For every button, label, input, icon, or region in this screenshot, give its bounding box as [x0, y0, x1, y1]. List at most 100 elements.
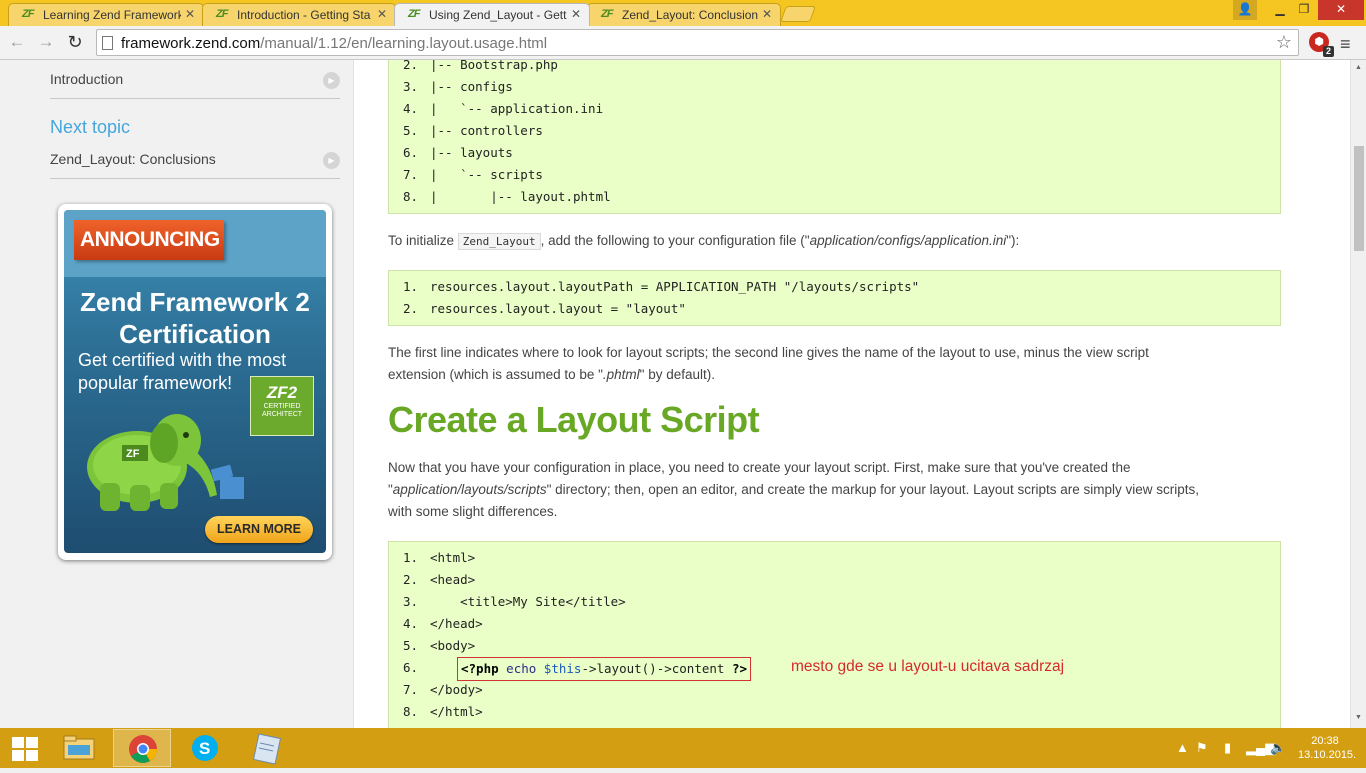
code-text: |-- controllers [430, 123, 543, 138]
code-text: |-- configs [430, 79, 513, 94]
back-arrow-icon[interactable]: ← [6, 31, 28, 53]
emphasis: application/configs/application.ini [809, 233, 1007, 248]
text: " by default). [639, 367, 716, 382]
red-annotation: mesto gde se u layout-u ucitava sadrzaj [791, 658, 1065, 675]
scroll-up-icon[interactable]: ▲ [1355, 64, 1362, 71]
php-close-tag: ?> [731, 661, 748, 676]
code-text: </html> [430, 704, 483, 719]
zf2-certification-ad[interactable]: ANNOUNCING Zend Framework 2 Certificatio… [58, 204, 332, 560]
divider [50, 178, 340, 179]
windows-taskbar: S ▲ ⚑ ▮ ▂▄▆ 🔈 20:38 13.10.2015. [0, 728, 1366, 768]
code-block-tree: 2. |-- Bootstrap.php 3. |-- configs 4. | `-- … [388, 60, 1281, 214]
address-bar[interactable]: framework.zend.com/manual/1.12/en/learni… [96, 29, 1299, 56]
clock-time: 20:38 [1311, 735, 1339, 747]
zend-favicon-icon: ZF [22, 8, 34, 20]
zend-favicon-icon: ZF [408, 8, 420, 20]
emphasis: .phtml [602, 367, 640, 382]
code-line: 2. <head> [389, 569, 1282, 591]
emphasis: application/layouts/scripts [392, 482, 547, 497]
svg-text:ZF: ZF [126, 448, 140, 460]
section-heading: Create a Layout Script [388, 399, 760, 440]
tab-introduction[interactable]: ZF Introduction - Getting Sta ✕ [202, 3, 396, 26]
code-line: 8. </html> [389, 701, 1282, 723]
tab-zend-layout-conclusions[interactable]: ZF Zend_Layout: Conclusions ✕ [587, 3, 781, 26]
sidebar: Introduction ▶ Next topic Zend_Layout: C… [0, 60, 354, 728]
arrow-right-icon[interactable]: ▶ [323, 72, 340, 89]
ad-banner: ANNOUNCING [74, 220, 224, 260]
adblock-extension-icon[interactable]: ⬢ 2 [1309, 32, 1334, 57]
tab-learning-zend[interactable]: ZF Learning Zend Framework ✕ [8, 3, 204, 26]
code-text: <html> [430, 550, 476, 565]
code-line: 4. </head> [389, 613, 1282, 635]
close-icon[interactable]: ✕ [762, 7, 772, 21]
close-icon[interactable]: ✕ [377, 7, 387, 21]
text: with some slight differences. [388, 504, 558, 519]
line-number: 6. [403, 660, 419, 675]
maximize-button[interactable]: ❐ [1292, 0, 1316, 20]
svg-text:S: S [199, 739, 210, 758]
text: The first line indicates where to look f… [388, 345, 1149, 360]
scroll-down-icon[interactable]: ▼ [1355, 714, 1362, 721]
line-number: 3. [403, 594, 419, 609]
url-path: /manual/1.12/en/learning.layout.usage.ht… [260, 35, 548, 52]
text: "): [1006, 233, 1020, 248]
learn-more-button[interactable]: LEARN MORE [205, 516, 313, 543]
user-profile-icon[interactable]: 👤 [1233, 0, 1257, 20]
bookmark-star-icon[interactable]: ☆ [1276, 32, 1292, 53]
forward-arrow-icon[interactable]: → [35, 31, 57, 53]
minimize-button[interactable]: ▁ [1268, 0, 1292, 20]
code-text: </head> [430, 616, 483, 631]
scrollbar-thumb[interactable] [1354, 146, 1364, 251]
reload-icon[interactable]: ↻ [64, 31, 86, 53]
code-line: 5. <body> [389, 635, 1282, 657]
zend-favicon-icon: ZF [601, 8, 613, 20]
tab-using-zend-layout[interactable]: ZF Using Zend_Layout - Getti ✕ [394, 3, 590, 26]
text: extension (which is assumed to be " [388, 367, 603, 382]
code-text: <title>My Site</title> [430, 594, 626, 609]
code-line: 1. <html> [389, 547, 1282, 569]
line-number: 1. [403, 550, 419, 565]
code-line: 3. |-- configs [389, 76, 1282, 98]
logo-text: CERTIFIED ARCHITECT [261, 403, 303, 418]
tab-title: Introduction - Getting Sta [237, 8, 371, 22]
windows-start-icon[interactable] [12, 737, 38, 761]
code-text: </body> [430, 682, 483, 697]
para-first-line: The first line indicates where to look f… [388, 342, 1281, 386]
tab-title: Using Zend_Layout - Getti [429, 8, 567, 22]
battery-icon[interactable]: ▮ [1224, 740, 1231, 756]
menu-icon[interactable]: ≡ [1340, 34, 1351, 55]
file-explorer-icon[interactable] [50, 729, 108, 767]
prev-topic-link[interactable]: Introduction ▶ [50, 71, 340, 89]
line-number: 3. [403, 79, 419, 94]
close-icon[interactable]: ✕ [185, 7, 195, 21]
close-icon[interactable]: ✕ [571, 7, 581, 21]
prev-topic-label: Introduction [50, 71, 124, 87]
skype-icon[interactable]: S [176, 729, 234, 767]
arrow-right-icon[interactable]: ▶ [323, 152, 340, 169]
action-center-flag-icon[interactable]: ⚑ [1196, 740, 1208, 756]
text: To initialize [388, 233, 458, 248]
volume-icon[interactable]: 🔈 [1270, 740, 1286, 756]
new-tab-button[interactable] [780, 6, 816, 22]
zend-favicon-icon: ZF [216, 8, 228, 20]
code-text: |-- layouts [430, 145, 513, 160]
tab-strip: ZF Learning Zend Framework ✕ ZF Introduc… [0, 0, 1366, 26]
url-text[interactable]: framework.zend.com/manual/1.12/en/learni… [121, 35, 547, 52]
line-number: 5. [403, 123, 419, 138]
notepad-icon[interactable] [238, 729, 296, 767]
code-line: 4. | `-- application.ini [389, 98, 1282, 120]
next-topic-link[interactable]: Zend_Layout: Conclusions ▶ [50, 151, 340, 169]
text: " directory; then, open an editor, and c… [546, 482, 1199, 497]
logo-mark: ZF2 [266, 383, 298, 402]
code-line: 2. |-- Bootstrap.php [389, 60, 1282, 76]
tab-title: Zend_Layout: Conclusions [622, 8, 758, 22]
window-close-button[interactable]: ✕ [1318, 0, 1364, 20]
vertical-scrollbar[interactable]: ▲ ▼ [1350, 60, 1366, 728]
code-line: 2. resources.layout.layout = "layout" [389, 298, 1282, 320]
code-line: 7. | `-- scripts [389, 164, 1282, 186]
show-hidden-icons[interactable]: ▲ [1176, 740, 1189, 755]
system-clock[interactable]: 20:38 13.10.2015. [1298, 734, 1356, 762]
page-viewport: Introduction ▶ Next topic Zend_Layout: C… [0, 60, 1366, 728]
chrome-icon[interactable] [113, 729, 171, 767]
line-number: 1. [403, 279, 419, 294]
